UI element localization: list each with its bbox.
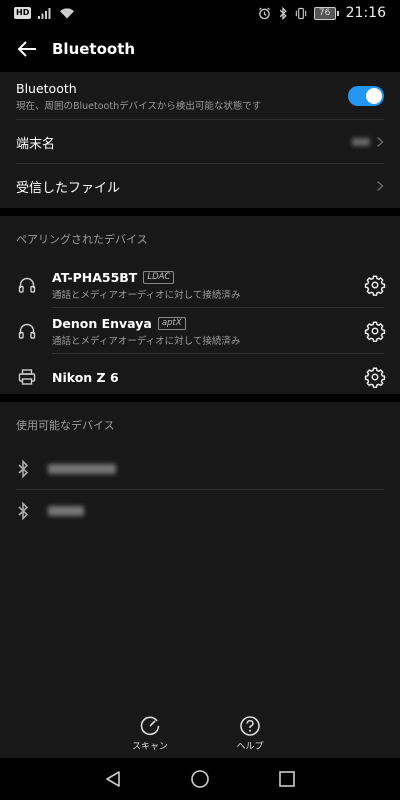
device-name: AT-PHA55BT <box>52 269 138 285</box>
available-devices-header: 使用可能なデバイス <box>16 419 115 432</box>
help-label: ヘルプ <box>236 741 264 752</box>
bluetooth-toggle-row[interactable]: Bluetooth 現在、周囲のBluetoothデバイスから検出可能な状態です <box>0 72 400 120</box>
paired-devices-section: ペアリングされたデバイス AT-PHA55BT LDAC 通話とメディアオーディ… <box>0 216 400 394</box>
help-icon <box>240 715 260 736</box>
gear-icon[interactable] <box>364 274 386 296</box>
app-bar: Bluetooth <box>0 26 400 72</box>
wifi-icon <box>60 8 75 19</box>
bluetooth-icon <box>18 501 29 521</box>
chevron-right-icon <box>376 136 384 148</box>
alarm-icon <box>258 6 270 19</box>
hd-badge: HD <box>14 7 32 19</box>
page-title: Bluetooth <box>52 40 136 58</box>
nav-home-button[interactable] <box>185 764 215 794</box>
back-arrow-icon <box>17 41 36 57</box>
scan-button[interactable]: スキャン <box>120 708 180 758</box>
back-button[interactable] <box>12 34 42 64</box>
available-device-name-redacted <box>48 506 84 516</box>
bluetooth-icon <box>18 459 29 479</box>
paired-device-row[interactable]: Nikon Z 6 <box>0 354 400 400</box>
received-files-row[interactable]: 受信したファイル <box>0 164 400 208</box>
scan-label: スキャン <box>131 741 168 752</box>
bluetooth-toggle-title: Bluetooth <box>16 80 77 96</box>
scan-icon <box>140 716 160 735</box>
triangle-back-icon <box>106 771 121 787</box>
headphones-icon <box>16 274 38 296</box>
device-name: Denon Envaya <box>52 315 152 331</box>
device-name: Nikon Z 6 <box>52 369 119 385</box>
bluetooth-status-icon <box>279 6 287 20</box>
received-files-label: 受信したファイル <box>16 180 121 196</box>
bluetooth-toggle-subtitle: 現在、周囲のBluetoothデバイスから検出可能な状態です <box>16 100 262 112</box>
navigation-bar <box>0 758 400 800</box>
device-name-label: 端末名 <box>16 136 56 152</box>
codec-badge: aptX <box>157 316 186 330</box>
circle-home-icon <box>191 770 209 788</box>
screen: HD 76 21:16 Bluetooth Bluetooth 現在、周囲のBl… <box>0 0 400 800</box>
gear-icon[interactable] <box>364 320 386 342</box>
available-device-row[interactable] <box>0 448 400 490</box>
gear-icon[interactable] <box>364 366 386 388</box>
paired-device-row[interactable]: Denon Envaya aptX 通話とメディアオーディオに対して接続済み <box>0 308 400 354</box>
available-devices-section: 使用可能なデバイス <box>0 402 400 708</box>
available-device-name-redacted <box>48 464 116 474</box>
device-name-value-redacted <box>352 138 370 146</box>
status-bar: HD 76 21:16 <box>0 0 400 26</box>
clock: 21:16 <box>345 5 386 21</box>
device-name-row[interactable]: 端末名 <box>0 120 400 164</box>
bluetooth-toggle-switch[interactable] <box>348 86 384 106</box>
nav-back-button[interactable] <box>98 764 128 794</box>
printer-icon <box>16 366 38 388</box>
battery-level: 76 <box>313 6 336 20</box>
help-button[interactable]: ヘルプ <box>220 708 280 758</box>
nav-recents-button[interactable] <box>272 764 302 794</box>
headphones-icon <box>16 320 38 342</box>
bluetooth-settings-section: Bluetooth 現在、周囲のBluetoothデバイスから検出可能な状態です… <box>0 72 400 208</box>
square-recents-icon <box>278 771 295 787</box>
signal-icon <box>38 8 51 19</box>
vibrate-icon <box>295 7 306 19</box>
chevron-right-icon <box>376 180 384 192</box>
device-status: 通話とメディアオーディオに対して接続済み <box>52 335 241 347</box>
device-status: 通話とメディアオーディオに対して接続済み <box>52 289 241 301</box>
battery-indicator: 76 <box>313 6 339 20</box>
codec-badge: LDAC <box>143 270 175 284</box>
paired-devices-header: ペアリングされたデバイス <box>16 233 148 246</box>
paired-device-row[interactable]: AT-PHA55BT LDAC 通話とメディアオーディオに対して接続済み <box>0 262 400 308</box>
available-device-row[interactable] <box>0 490 400 532</box>
bottom-action-bar: スキャン ヘルプ <box>0 708 400 758</box>
